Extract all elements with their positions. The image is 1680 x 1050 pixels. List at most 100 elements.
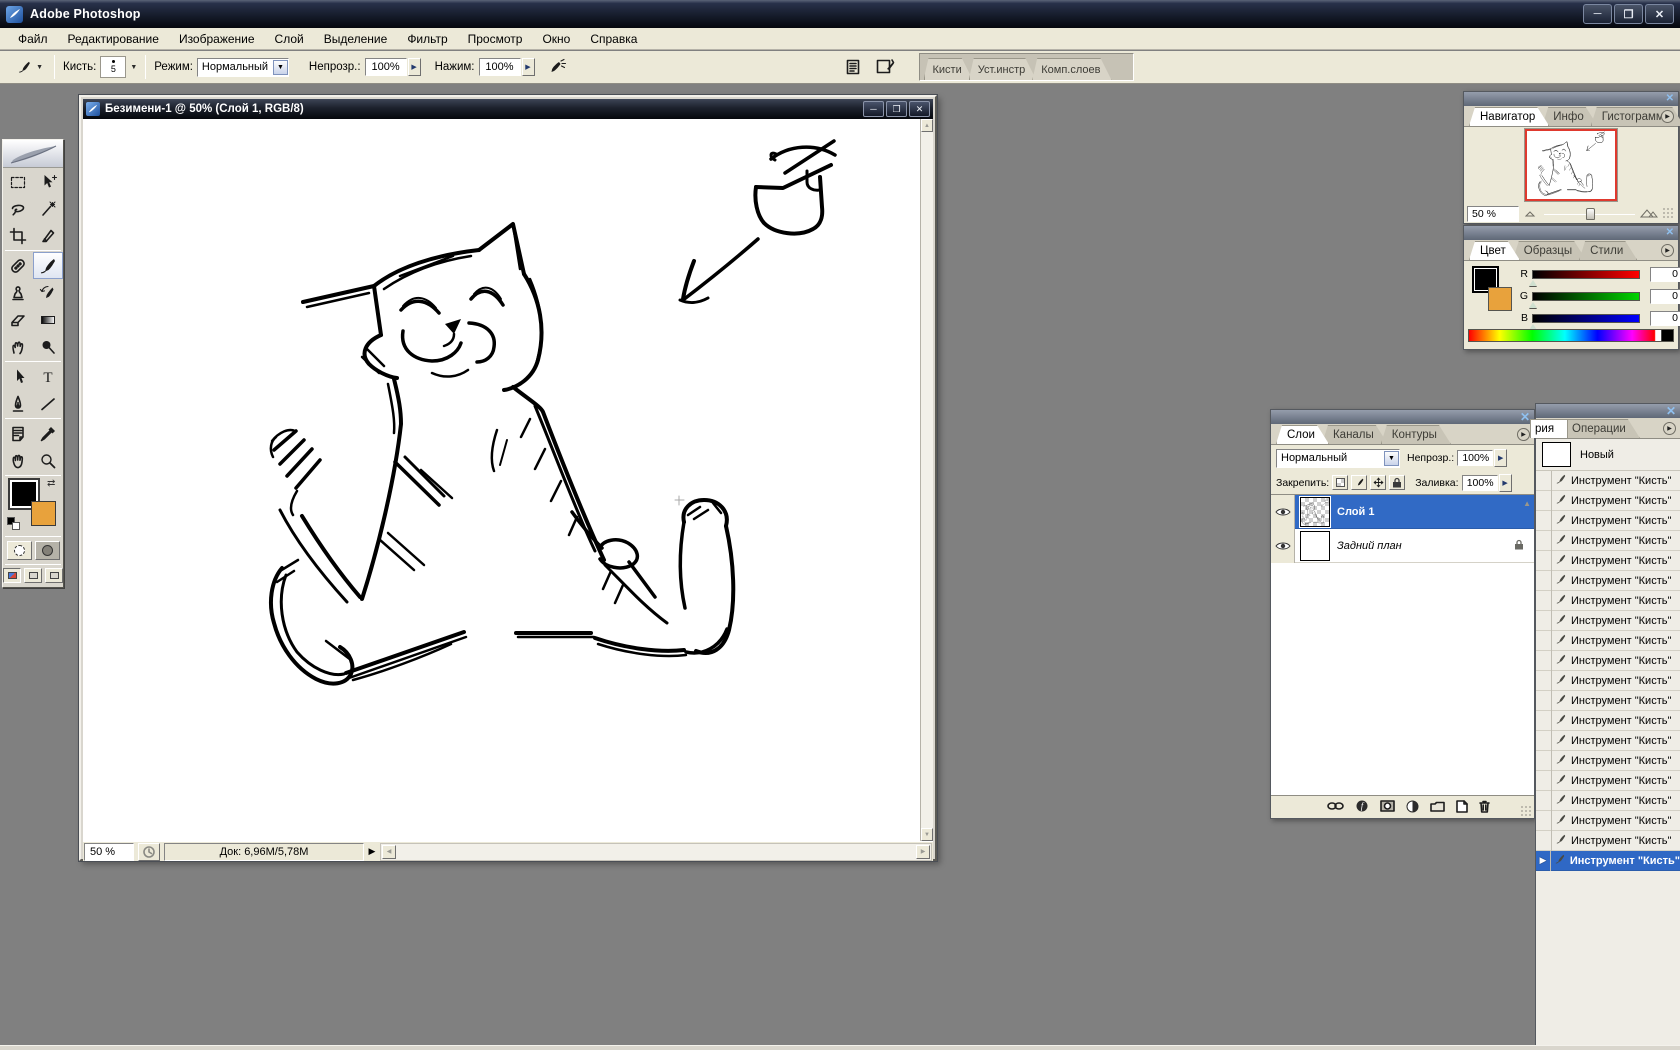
vertical-scrollbar[interactable]: ▲ ▼: [920, 119, 933, 841]
close-icon[interactable]: ✕: [1666, 406, 1676, 416]
link-layers-icon[interactable]: [1327, 801, 1344, 814]
resize-grip[interactable]: [1520, 805, 1533, 818]
tool-move[interactable]: [33, 168, 63, 195]
history-state-row[interactable]: ▶ Инструмент "Кисть": [1536, 491, 1680, 511]
opacity-spinner[interactable]: ▶: [408, 58, 421, 76]
history-state-row[interactable]: ▶ Инструмент "Кисть": [1536, 671, 1680, 691]
airbrush-toggle[interactable]: [543, 55, 569, 79]
slider-thumb[interactable]: [1529, 302, 1537, 308]
snapshot-thumbnail[interactable]: [1542, 442, 1571, 467]
default-colors-icon[interactable]: [7, 517, 21, 531]
status-flyout-arrow[interactable]: ▶: [364, 843, 380, 861]
tool-clone-stamp[interactable]: [3, 279, 33, 306]
flyout-menu-icon[interactable]: ▶: [1663, 422, 1676, 435]
tool-rect-marquee[interactable]: [3, 168, 33, 195]
layer-row-layer1[interactable]: Слой 1 ▲: [1271, 495, 1534, 529]
channel-g-value[interactable]: 0: [1650, 289, 1680, 304]
flow-spinner[interactable]: ▶: [522, 58, 535, 76]
history-source-cell[interactable]: ▶: [1536, 791, 1552, 811]
lock-paint-button[interactable]: [1351, 475, 1367, 490]
close-icon[interactable]: ✕: [1666, 228, 1674, 238]
fullscreen-menubar-button[interactable]: [24, 568, 42, 583]
history-source-cell[interactable]: ▶: [1536, 771, 1552, 791]
tab-layers[interactable]: Слои: [1276, 425, 1329, 444]
minimize-button[interactable]: ─: [1583, 4, 1612, 24]
channel-r-value[interactable]: 0: [1650, 267, 1680, 282]
palette-well-tab[interactable]: Уст.инстр: [969, 58, 1037, 80]
tool-line[interactable]: [33, 390, 63, 417]
tab-history-partial[interactable]: рия: [1530, 419, 1568, 438]
history-source-cell[interactable]: ▶: [1536, 851, 1551, 871]
menu-item[interactable]: Слой: [265, 29, 314, 49]
history-source-cell[interactable]: ▶: [1536, 671, 1552, 691]
layer-opacity-field[interactable]: 100%: [1457, 450, 1493, 466]
zoom-level-field[interactable]: 50 %: [84, 843, 134, 861]
tool-slice[interactable]: [33, 222, 63, 249]
menu-item[interactable]: Файл: [8, 29, 58, 49]
color-spectrum-ramp[interactable]: [1468, 329, 1674, 342]
layer-thumbnail[interactable]: [1300, 497, 1330, 527]
history-source-cell[interactable]: ▶: [1536, 711, 1552, 731]
tab-color[interactable]: Цвет: [1469, 241, 1520, 260]
fullscreen-button[interactable]: [45, 568, 63, 583]
tool-crop[interactable]: [3, 222, 33, 249]
history-state-row[interactable]: ▶ Инструмент "Кисть": [1536, 531, 1680, 551]
layers-titlebar[interactable]: ✕: [1271, 410, 1534, 424]
lock-transparency-button[interactable]: [1332, 475, 1348, 490]
maximize-button[interactable]: ❒: [1614, 4, 1643, 24]
layer-opacity-spinner[interactable]: ▶: [1494, 449, 1507, 467]
tool-magic-wand[interactable]: [33, 195, 63, 222]
fill-spinner[interactable]: ▶: [1499, 474, 1512, 492]
lock-position-button[interactable]: [1370, 475, 1386, 490]
history-source-cell[interactable]: ▶: [1536, 731, 1552, 751]
history-state-row[interactable]: ▶ Инструмент "Кисть": [1536, 711, 1680, 731]
tool-notes[interactable]: [3, 420, 33, 447]
history-state-row[interactable]: ▶ Инструмент "Кисть": [1536, 751, 1680, 771]
history-state-row[interactable]: ▶ Инструмент "Кисть": [1536, 631, 1680, 651]
opacity-field[interactable]: 100%: [365, 58, 407, 76]
menu-item[interactable]: Изображение: [169, 29, 265, 49]
layer-row-background[interactable]: Задний план: [1271, 529, 1534, 563]
layer-mask-icon[interactable]: [1380, 800, 1395, 815]
history-state-row[interactable]: ▶ Инструмент "Кисть": [1536, 691, 1680, 711]
history-state-row[interactable]: ▶ Инструмент "Кисть": [1536, 591, 1680, 611]
menu-item[interactable]: Выделение: [314, 29, 398, 49]
layer-thumbnail[interactable]: [1300, 531, 1330, 561]
history-source-cell[interactable]: ▶: [1536, 751, 1552, 771]
visibility-cell[interactable]: [1271, 495, 1295, 529]
history-source-cell[interactable]: ▶: [1536, 531, 1552, 551]
tool-zoom[interactable]: [33, 447, 63, 474]
tab-navigator[interactable]: Навигатор: [1469, 107, 1549, 126]
scroll-up-icon[interactable]: ▲: [921, 119, 933, 132]
tool-hand[interactable]: [3, 447, 33, 474]
navigator-titlebar[interactable]: ✕: [1464, 92, 1678, 106]
doc-maximize-button[interactable]: ❒: [886, 101, 907, 117]
file-info-button[interactable]: [840, 55, 866, 79]
tool-smudge[interactable]: [3, 333, 33, 360]
history-state-row[interactable]: ▶ Инструмент "Кисть": [1536, 471, 1680, 491]
menu-item[interactable]: Окно: [532, 29, 580, 49]
navigator-zoom-slider[interactable]: [1544, 206, 1635, 222]
history-source-cell[interactable]: ▶: [1536, 591, 1552, 611]
swap-colors-icon[interactable]: ⇄: [47, 478, 55, 489]
history-state-row[interactable]: ▶ Инструмент "Кисть": [1536, 851, 1680, 871]
history-state-row[interactable]: ▶ Инструмент "Кисть": [1536, 651, 1680, 671]
tool-gradient[interactable]: [33, 306, 63, 333]
history-source-cell[interactable]: ▶: [1536, 491, 1552, 511]
zoom-in-icon[interactable]: [1640, 207, 1658, 221]
channel-r-slider[interactable]: [1532, 270, 1640, 279]
history-source-cell[interactable]: ▶: [1536, 691, 1552, 711]
adjustment-layer-icon[interactable]: [1406, 800, 1419, 816]
tool-history-brush[interactable]: [33, 279, 63, 306]
history-source-cell[interactable]: ▶: [1536, 651, 1552, 671]
close-icon[interactable]: ✕: [1520, 412, 1530, 422]
tab-swatches[interactable]: Образцы: [1513, 241, 1586, 260]
scroll-down-icon[interactable]: ▼: [921, 828, 933, 841]
brush-palette-toggle[interactable]: [872, 55, 898, 79]
channel-b-slider[interactable]: [1532, 314, 1640, 323]
close-icon[interactable]: ✕: [1666, 94, 1674, 104]
flyout-menu-icon[interactable]: ▶: [1661, 244, 1674, 257]
resize-grip[interactable]: [1662, 207, 1675, 220]
doc-close-button[interactable]: ✕: [909, 101, 930, 117]
doc-minimize-button[interactable]: ─: [863, 101, 884, 117]
